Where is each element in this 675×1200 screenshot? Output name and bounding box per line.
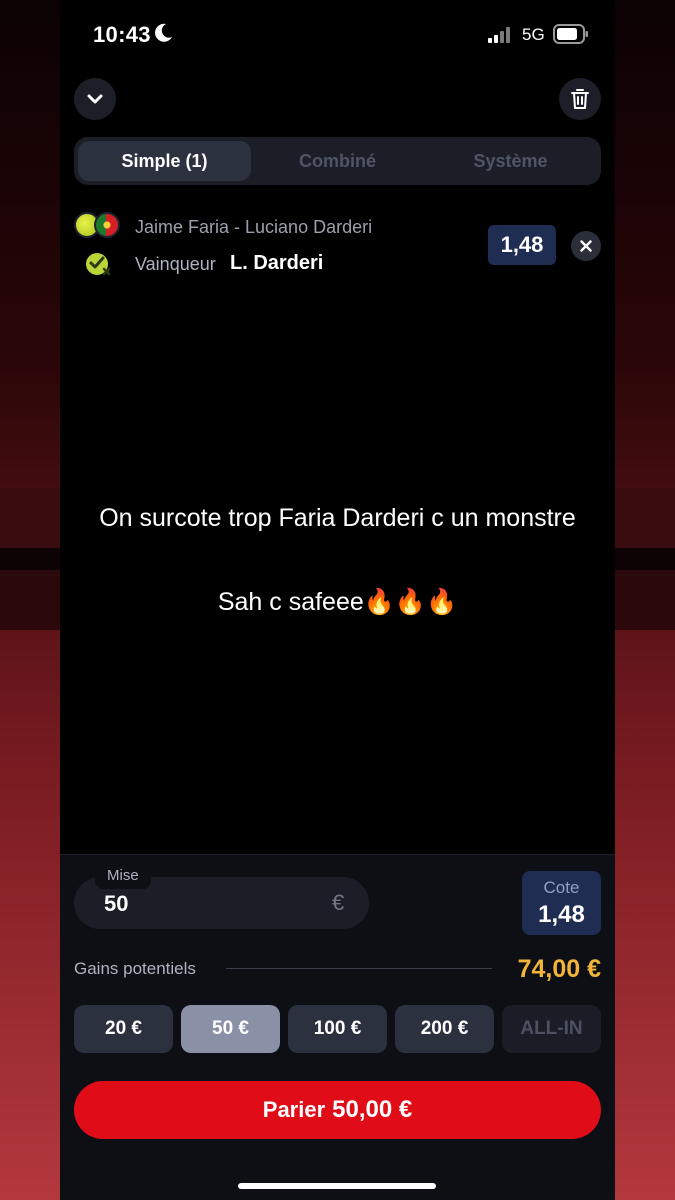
quick-stake-50[interactable]: 50 €	[181, 1005, 280, 1053]
clear-betslip-button[interactable]	[559, 78, 601, 120]
tab-simple[interactable]: Simple (1)	[78, 141, 251, 181]
winner-market-icon	[84, 249, 112, 282]
quick-stake-chips: 20 € 50 € 100 € 200 € ALL-IN	[74, 1005, 601, 1053]
total-odds-value: 1,48	[538, 901, 585, 928]
stake-panel: Mise 50 € Cote 1,48 Gains potentiels 74,…	[60, 854, 615, 1200]
total-odds-box: Cote 1,48	[522, 871, 601, 935]
bet-selection-row: Jaime Faria - Luciano Darderi Vainqueur …	[74, 206, 601, 286]
place-bet-button[interactable]: Parier 50,00 €	[74, 1081, 601, 1139]
moon-icon	[155, 23, 173, 48]
market-label: Vainqueur	[135, 254, 216, 274]
quick-stake-20[interactable]: 20 €	[74, 1005, 173, 1053]
selection-name: L. Darderi	[230, 252, 324, 274]
network-type: 5G	[522, 25, 545, 44]
bet-type-tabs: Simple (1) Combiné Système	[74, 137, 601, 185]
euro-icon: €	[332, 890, 345, 915]
place-bet-amount: 50,00 €	[332, 1096, 413, 1123]
home-indicator[interactable]	[238, 1183, 436, 1189]
divider	[226, 968, 492, 969]
potential-gains-label: Gains potentiels	[74, 959, 196, 978]
quick-stake-all-in[interactable]: ALL-IN	[502, 1005, 601, 1053]
potential-gains-value: 74,00 €	[517, 955, 601, 983]
collapse-button[interactable]	[74, 78, 116, 120]
quick-stake-100[interactable]: 100 €	[288, 1005, 387, 1053]
chevron-down-icon	[87, 94, 103, 104]
story-caption: Sah c safeee🔥🔥🔥	[217, 588, 458, 616]
stake-input[interactable]: Mise 50 €	[74, 865, 369, 929]
selection-odds: 1,48	[488, 225, 556, 265]
remove-selection-button[interactable]	[571, 231, 601, 261]
portugal-flag-icon	[94, 212, 120, 238]
tab-combine[interactable]: Combiné	[251, 141, 424, 181]
trash-icon	[571, 89, 589, 109]
close-icon	[580, 240, 592, 252]
phone-screen: 10:43 5G Simple (1) Combiné Système Jaim…	[60, 0, 615, 1200]
potential-gains-row: Gains potentiels 74,00 €	[74, 955, 601, 985]
signal-icon	[488, 27, 514, 48]
status-time: 10:43	[93, 22, 151, 47]
place-bet-label: Parier	[262, 1097, 326, 1122]
total-odds-label: Cote	[543, 878, 580, 897]
team-flags	[74, 212, 124, 238]
stake-value: 50	[104, 891, 129, 916]
quick-stake-200[interactable]: 200 €	[395, 1005, 494, 1053]
match-name: Jaime Faria - Luciano Darderi	[135, 217, 373, 237]
status-bar: 10:43 5G	[60, 0, 615, 70]
story-caption: On surcote trop Faria Darderi c un monst…	[99, 504, 576, 532]
stake-label: Mise	[95, 865, 151, 889]
battery-icon	[553, 24, 589, 49]
tab-systeme[interactable]: Système	[424, 141, 597, 181]
